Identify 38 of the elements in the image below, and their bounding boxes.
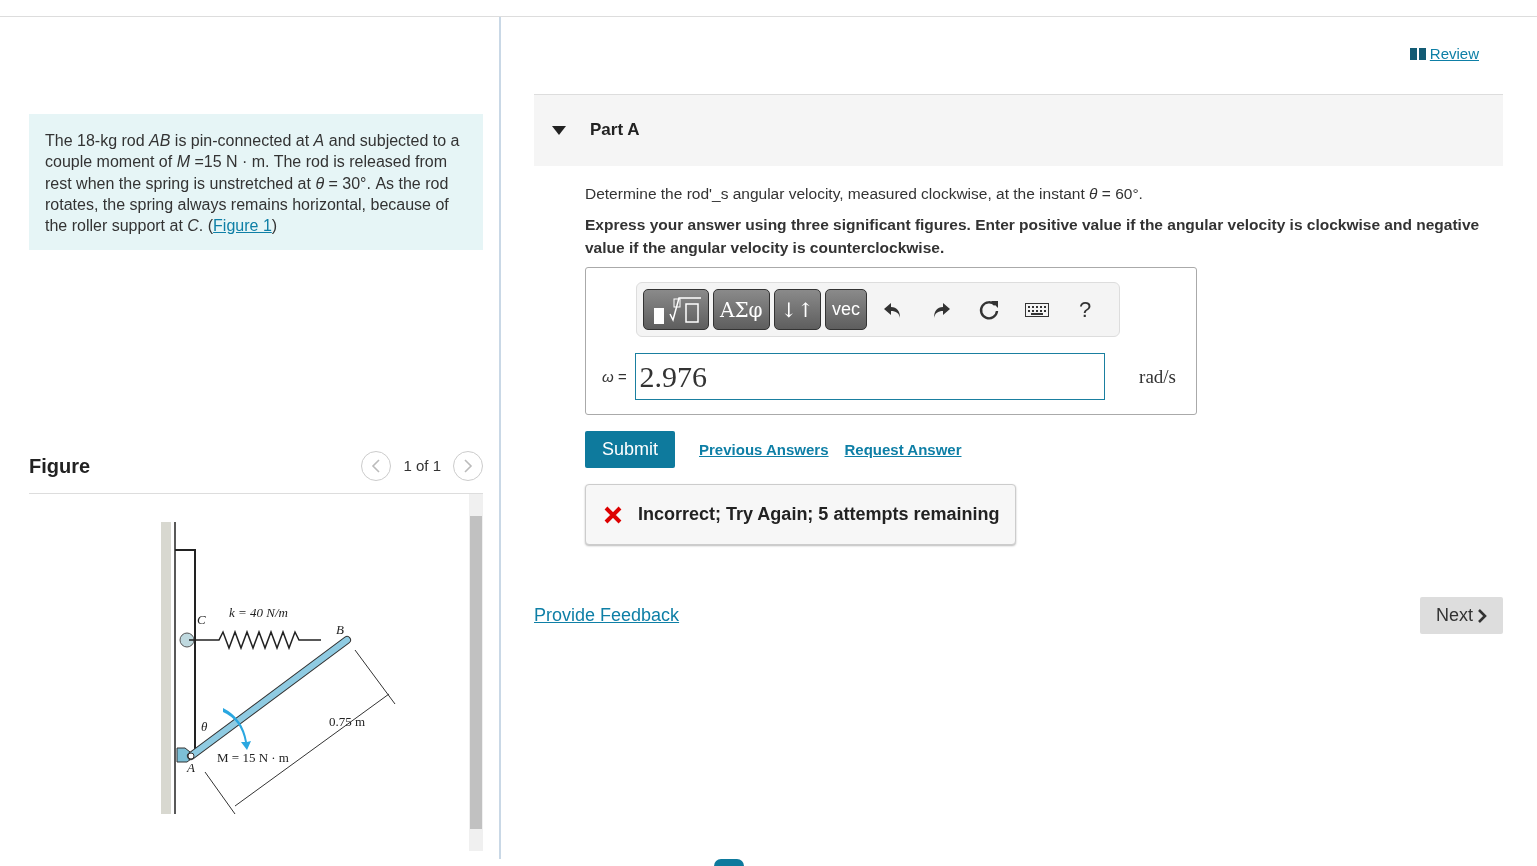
variable-label: ω = — [602, 366, 627, 387]
answer-link[interactable]: Previous Answers — [699, 438, 829, 461]
instruction-text: Express your answer using three significant figures. Enter positive value if the angular velocity is clockwise and negative value if the angular velocity is counterclockwise. — [585, 214, 1481, 258]
help-button[interactable]: ? — [1063, 289, 1108, 331]
figure-label: B — [336, 622, 344, 638]
help-button[interactable] — [714, 859, 744, 866]
submit-button[interactable]: Submit — [585, 431, 676, 469]
figure-label: k = 40 N/m — [229, 605, 288, 621]
toolbar-button[interactable]: vec — [825, 289, 868, 331]
chevron-right-icon — [1477, 608, 1487, 623]
figure-label: C — [197, 612, 206, 628]
next-button[interactable]: Next — [1420, 597, 1503, 635]
chevron-left-icon — [371, 459, 382, 474]
provide-feedback-link[interactable]: Provide Feedback — [534, 602, 680, 630]
question-text: Determine the rod'_s angular velocity, measured clockwise, at the instant θ = 60°. — [585, 183, 1144, 204]
reset-icon — [978, 298, 1001, 321]
chevron-right-icon — [463, 459, 473, 474]
toolbar-button[interactable]: ΑΣφ — [713, 289, 770, 331]
figure-label: A — [187, 760, 195, 776]
answer-field[interactable]: 2.976 — [634, 353, 1105, 401]
feedback-message: Incorrect; Try Again; 5 attempts remaining — [585, 484, 1017, 546]
figure-label: 0.75 m — [329, 714, 366, 730]
template-button[interactable] — [643, 289, 709, 331]
figure-title: Figure — [29, 454, 91, 480]
part-header[interactable]: Part A — [534, 93, 1503, 166]
page-indicator: 1 of 1 — [403, 456, 441, 477]
review-link[interactable]: Review — [1409, 43, 1479, 66]
answer-link[interactable]: Request Answer — [844, 438, 962, 461]
unit-label: rad/s — [1139, 364, 1176, 389]
figure-label: θ — [201, 719, 208, 735]
figure-link[interactable]: Figure 1 — [213, 217, 272, 235]
figure-label: M = 15 N · m — [217, 750, 289, 766]
problem-text: The 18-kg rod AB is pin-connected at A and subjected to a couple moment of M =15 N · m. The rod is released from rest when the spring is unstretched at θ = 30°. As the rod rotates, the spring always remains horizontal, because of the roller support at C. (Figure 1) — [45, 131, 461, 237]
toolbar-button[interactable]: ↓↑ — [773, 289, 822, 331]
book-icon — [1409, 48, 1426, 61]
keyboard-icon — [1025, 302, 1050, 317]
scrollbar[interactable] — [469, 494, 483, 852]
part-title: Part A — [590, 119, 640, 142]
